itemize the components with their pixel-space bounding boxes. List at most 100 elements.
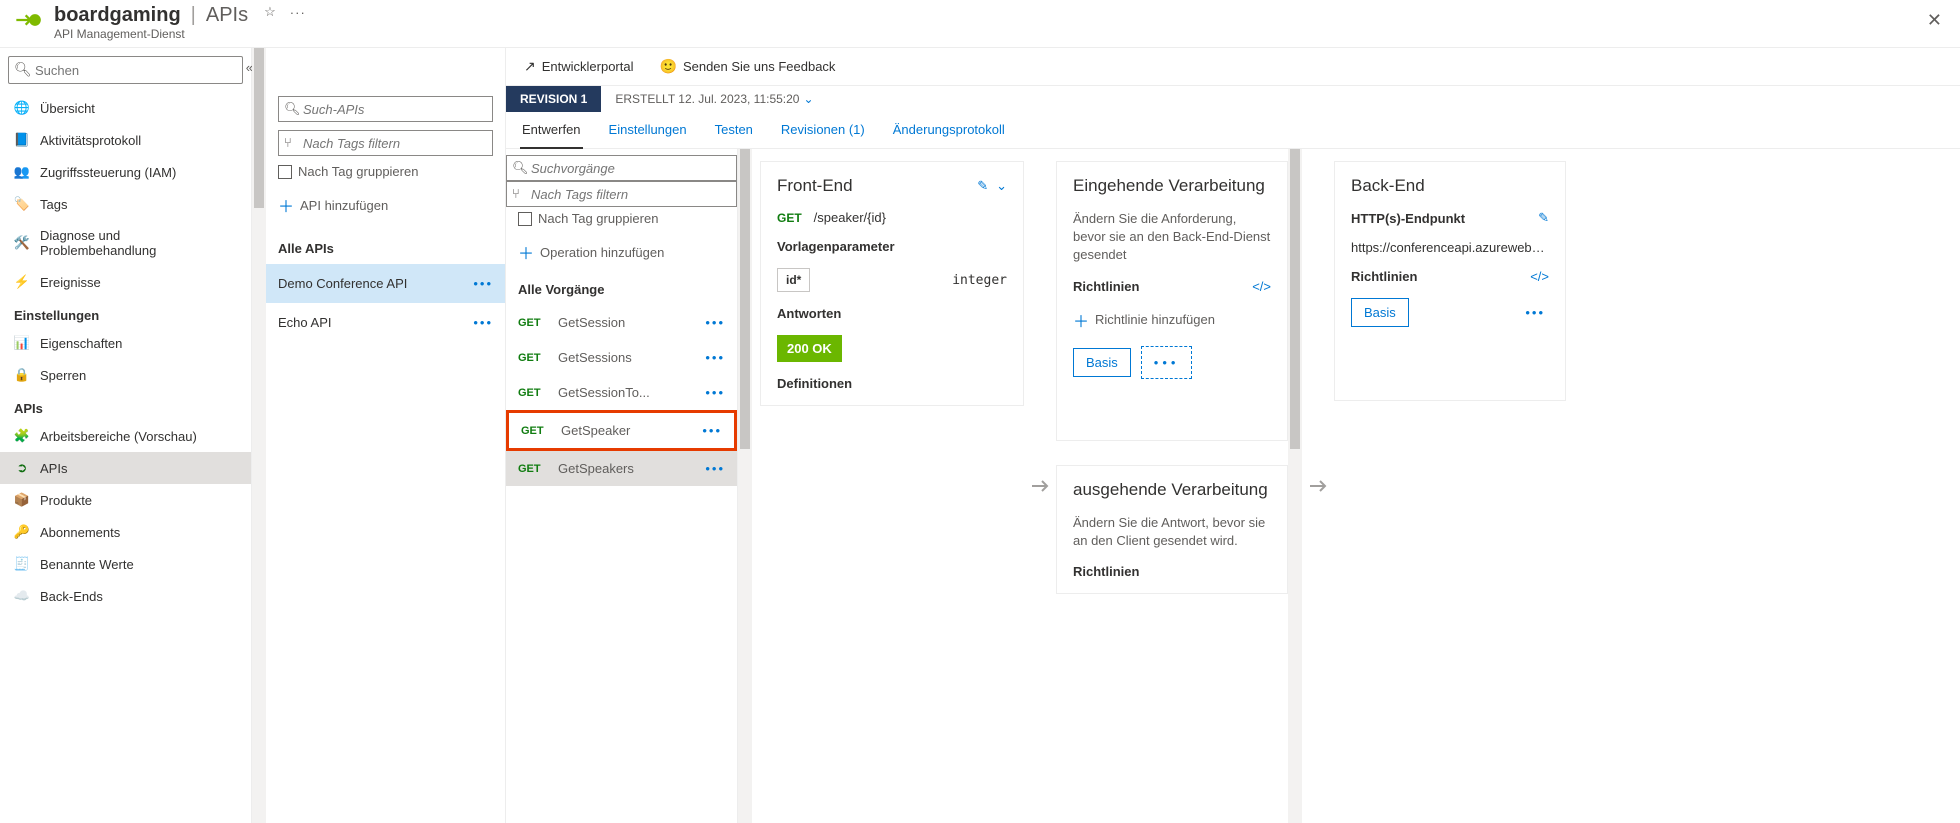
basis-chip[interactable]: Basis	[1073, 348, 1131, 377]
op-name: GetSpeaker	[561, 423, 692, 438]
policies-label: Richtlinien	[1073, 279, 1139, 294]
nav-workspaces[interactable]: 🧩Arbeitsbereiche (Vorschau)	[0, 420, 251, 452]
api-item-demo-conference[interactable]: Demo Conference API•••	[266, 264, 505, 303]
op-getsessions[interactable]: GETGetSessions•••	[506, 340, 737, 375]
nav-label: Abonnements	[40, 525, 120, 540]
checkbox-icon	[518, 212, 532, 226]
endpoint-label: HTTP(s)-Endpunkt	[1351, 211, 1465, 226]
all-apis-heading[interactable]: Alle APIs	[266, 227, 505, 264]
tab-test[interactable]: Testen	[713, 112, 755, 148]
nav-activity-log[interactable]: 📘Aktivitätsprotokoll	[0, 124, 251, 156]
nav-locks[interactable]: 🔒Sperren	[0, 359, 251, 391]
tag-icon: 🏷️	[14, 196, 30, 212]
api-name: Echo API	[278, 315, 331, 330]
tab-revisions[interactable]: Revisionen (1)	[779, 112, 867, 148]
search-icon: 🔍︎	[14, 61, 32, 78]
add-operation-button[interactable]: ＋Operation hinzufügen	[506, 230, 737, 274]
more-icon[interactable]: •••	[705, 315, 725, 330]
developer-portal-link[interactable]: ↗Entwicklerportal	[524, 58, 634, 75]
chevron-down-icon[interactable]: ⌄	[996, 178, 1007, 194]
nav-access-control[interactable]: 👥Zugriffssteuerung (IAM)	[0, 156, 251, 188]
more-icon[interactable]: •••	[473, 276, 493, 291]
key-icon: 🔑	[14, 524, 30, 540]
nav-events[interactable]: ⚡Ereignisse	[0, 266, 251, 298]
nav-label: Back-Ends	[40, 589, 103, 604]
inbound-scrollbar[interactable]	[1288, 149, 1302, 823]
http-method: GET	[518, 317, 548, 329]
more-icon[interactable]: •••	[705, 350, 725, 365]
tab-settings[interactable]: Einstellungen	[607, 112, 689, 148]
operations-tag-filter-input[interactable]	[506, 181, 737, 207]
nav-properties[interactable]: 📊Eigenschaften	[0, 327, 251, 359]
op-getspeaker[interactable]: GETGetSpeaker•••	[506, 410, 737, 451]
card-outbound: ausgehende Verarbeitung Ändern Sie die A…	[1056, 465, 1288, 594]
bolt-icon: ⚡	[14, 274, 30, 290]
more-icon[interactable]: •••	[1521, 305, 1549, 320]
template-params-label: Vorlagenparameter	[777, 239, 1007, 254]
tab-design[interactable]: Entwerfen	[520, 112, 583, 149]
nav-label: Produkte	[40, 493, 92, 508]
nav-label: Sperren	[40, 368, 86, 383]
policies-label: Richtlinien	[1073, 564, 1139, 579]
more-chip[interactable]: •••	[1141, 346, 1193, 379]
api-item-echo[interactable]: Echo API •••	[266, 303, 505, 342]
edit-icon[interactable]: ✎	[977, 178, 988, 194]
more-icon[interactable]: •••	[702, 423, 722, 438]
people-icon: 👥	[14, 164, 30, 180]
more-icon[interactable]: •••	[705, 385, 725, 400]
tab-changelog[interactable]: Änderungsprotokoll	[891, 112, 1007, 148]
chevron-down-icon[interactable]: ⌄	[803, 92, 813, 106]
ops-scrollbar[interactable]	[738, 149, 752, 823]
log-icon: 📘	[14, 132, 30, 148]
favorite-icon[interactable]: ☆	[264, 4, 276, 20]
add-policy-button[interactable]: ＋Richtlinie hinzufügen	[1073, 308, 1271, 332]
revision-badge[interactable]: REVISION 1	[506, 86, 601, 112]
add-operation-label: Operation hinzufügen	[540, 245, 664, 260]
nav-overview[interactable]: 🌐 Übersicht	[0, 92, 251, 124]
overflow-icon[interactable]: ···	[290, 5, 306, 20]
nav-subscriptions[interactable]: 🔑 Abonnements	[0, 516, 251, 548]
more-icon[interactable]: •••	[705, 461, 725, 476]
filter-icon: ⑂	[284, 135, 292, 150]
globe-icon: 🌐	[14, 100, 30, 116]
op-getsessiontopics[interactable]: GETGetSessionTo...•••	[506, 375, 737, 410]
all-operations-heading[interactable]: Alle Vorgänge	[506, 274, 737, 305]
nav-backends[interactable]: ☁️Back-Ends	[0, 580, 251, 612]
add-api-button[interactable]: ＋API hinzufügen	[266, 183, 505, 227]
service-name: boardgaming	[54, 4, 181, 27]
code-icon[interactable]: </>	[1252, 279, 1271, 294]
ops-group-by-tag-checkbox[interactable]: Nach Tag gruppieren	[506, 207, 737, 230]
nav-label: Übersicht	[40, 101, 95, 116]
nav-products[interactable]: 📦Produkte	[0, 484, 251, 516]
flow-arrow-icon	[1302, 149, 1334, 823]
sidebar-scrollbar[interactable]	[252, 48, 266, 823]
basis-chip[interactable]: Basis	[1351, 298, 1409, 327]
nav-diagnose[interactable]: 🛠️Diagnose und Problembehandlung	[0, 220, 251, 266]
external-link-icon: ↗	[524, 58, 536, 75]
nav-apis[interactable]: ➲APIs	[0, 452, 251, 484]
op-getspeakers[interactable]: GETGetSpeakers•••	[506, 451, 737, 486]
op-getsession[interactable]: GETGetSession•••	[506, 305, 737, 340]
nav-tags[interactable]: 🏷️Tags	[0, 188, 251, 220]
nav-section-settings: Einstellungen	[0, 298, 251, 327]
more-icon[interactable]: •••	[473, 315, 493, 330]
operation-path: /speaker/{id}	[814, 210, 886, 225]
api-tag-filter-input[interactable]	[278, 130, 493, 156]
edit-icon[interactable]: ✎	[1538, 210, 1549, 226]
api-search-input[interactable]	[278, 96, 493, 122]
sidebar-search-input[interactable]	[8, 56, 243, 84]
responses-label: Antworten	[777, 306, 1007, 321]
add-policy-label: Richtlinie hinzufügen	[1095, 312, 1215, 327]
close-icon[interactable]: ✕	[1921, 4, 1948, 37]
op-name: GetSessions	[558, 350, 695, 365]
backend-title: Back-End	[1351, 176, 1425, 196]
inbound-desc: Ändern Sie die Anforderung, bevor sie an…	[1073, 210, 1271, 265]
outbound-title: ausgehende Verarbeitung	[1073, 480, 1268, 500]
group-by-tag-checkbox[interactable]: Nach Tag gruppieren	[266, 160, 505, 183]
code-icon[interactable]: </>	[1530, 269, 1549, 284]
nav-named-values[interactable]: 🧾Benannte Werte	[0, 548, 251, 580]
wrench-icon: 🛠️	[14, 235, 30, 251]
feedback-link[interactable]: 🙂Senden Sie uns Feedback	[660, 58, 836, 75]
backend-url: https://conferenceapi.azurewebsit..	[1351, 240, 1549, 255]
operations-search-input[interactable]	[506, 155, 737, 181]
